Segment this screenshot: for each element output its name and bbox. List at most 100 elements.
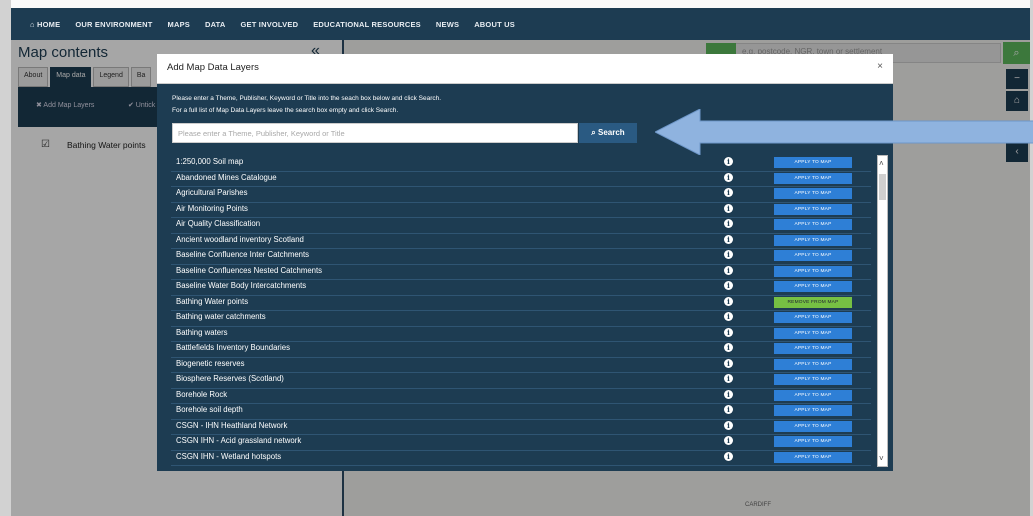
list-item: Biogenetic reserves i APPLY TO MAP — [171, 357, 871, 373]
list-item: Bathing water catchments i APPLY TO MAP — [171, 310, 871, 327]
close-icon[interactable]: × — [877, 61, 883, 72]
apply-to-map-button[interactable]: APPLY TO MAP — [774, 436, 852, 447]
nav-home[interactable]: ⌂ HOME — [30, 20, 60, 29]
info-icon[interactable]: i — [724, 389, 733, 399]
dialog-title: Add Map Data Layers — [167, 62, 259, 73]
instruction-line-2: For a full list of Map Data Layers leave… — [172, 107, 399, 114]
list-item: Abandoned Mines Catalogue i APPLY TO MAP — [171, 171, 871, 187]
layer-search-input[interactable] — [172, 123, 578, 143]
info-icon[interactable]: i — [724, 327, 733, 337]
apply-to-map-button[interactable]: APPLY TO MAP — [774, 374, 852, 385]
apply-to-map-button[interactable]: APPLY TO MAP — [774, 172, 852, 184]
window-edge-left — [0, 0, 11, 516]
apply-to-map-button[interactable]: APPLY TO MAP — [774, 451, 852, 463]
layer-name: CSGN IHN - Wetland hotspots — [176, 451, 282, 461]
layer-list: 1:250,000 Soil map i APPLY TO MAP Abandoned… — [171, 155, 879, 467]
nav-news[interactable]: NEWS — [436, 20, 459, 29]
layer-name: Air Quality Classification — [176, 219, 261, 228]
nav-educational-resources[interactable]: EDUCATIONAL RESOURCES — [313, 20, 421, 29]
layer-name: Air Monitoring Points — [176, 203, 248, 213]
info-icon[interactable]: i — [724, 358, 733, 368]
apply-to-map-button[interactable]: APPLY TO MAP — [774, 234, 852, 246]
nav-maps[interactable]: MAPS — [168, 20, 190, 29]
list-item: Bathing waters i APPLY TO MAP — [171, 326, 871, 342]
nav-about-us[interactable]: ABOUT US — [474, 20, 515, 29]
nav-our-environment[interactable]: OUR ENVIRONMENT — [75, 20, 152, 29]
info-icon[interactable]: i — [724, 250, 733, 259]
apply-to-map-button[interactable]: APPLY TO MAP — [774, 358, 852, 370]
apply-to-map-button[interactable]: APPLY TO MAP — [774, 312, 852, 323]
layer-name: Baseline Water Body Intercatchments — [176, 281, 307, 290]
layer-name: CSGN IHN - Acid grassland network — [176, 436, 302, 445]
scroll-thumb[interactable] — [879, 174, 886, 200]
apply-to-map-button[interactable]: APPLY TO MAP — [774, 343, 852, 354]
info-icon[interactable]: i — [724, 281, 733, 290]
info-icon[interactable]: i — [724, 265, 733, 275]
list-item: Baseline Confluence Inter Catchments i APP… — [171, 248, 871, 265]
info-icon[interactable]: i — [724, 172, 733, 182]
info-icon[interactable]: i — [724, 234, 733, 244]
scroll-up-icon[interactable]: ˄ — [879, 159, 884, 168]
layer-name: 1:250,000 Soil map — [176, 157, 244, 166]
scroll-down-icon[interactable]: ˅ — [879, 454, 884, 463]
apply-to-map-button[interactable]: APPLY TO MAP — [774, 203, 852, 215]
list-item: Baseline Water Body Intercatchments i APPL… — [171, 279, 871, 296]
layer-name: Biosphere Reserves (Scotland) — [176, 374, 284, 383]
top-navigation: ⌂ HOME OUR ENVIRONMENT MAPS DATA GET INV… — [11, 8, 1030, 40]
info-icon[interactable]: i — [724, 405, 733, 414]
info-icon[interactable]: i — [724, 203, 733, 213]
apply-to-map-button[interactable]: APPLY TO MAP — [774, 265, 852, 277]
info-icon[interactable]: i — [724, 296, 733, 306]
layer-name: CSGN - IHN Heathland Network — [176, 420, 288, 430]
info-icon[interactable]: i — [724, 312, 733, 321]
apply-to-map-button[interactable]: APPLY TO MAP — [774, 389, 852, 401]
layer-name: Baseline Confluence Inter Catchments — [176, 250, 310, 259]
list-item: Biosphere Reserves (Scotland) i APPLY TO M… — [171, 372, 871, 389]
info-icon[interactable]: i — [724, 451, 733, 461]
nav-get-involved[interactable]: GET INVOLVED — [241, 20, 299, 29]
remove-from-map-button[interactable]: REMOVE FROM MAP — [774, 296, 852, 308]
list-item: Bathing Water points i REMOVE FROM MAP — [171, 295, 871, 311]
list-item: Baseline Confluences Nested Catchments i A… — [171, 264, 871, 280]
list-item: CSGN IHN - Acid grassland network i APPLY … — [171, 434, 871, 451]
list-item: CSGN IHN - Wetland hotspots i APPLY TO MAP — [171, 450, 871, 466]
layer-name: Borehole soil depth — [176, 405, 243, 414]
info-icon[interactable]: i — [724, 420, 733, 430]
instruction-line-1: Please enter a Theme, Publisher, Keyword… — [172, 95, 442, 102]
layer-name: Ancient woodland inventory Scotland — [176, 234, 304, 244]
layer-name: Bathing waters — [176, 327, 228, 337]
list-item: Agricultural Parishes i APPLY TO MAP — [171, 186, 871, 203]
apply-to-map-button[interactable]: APPLY TO MAP — [774, 420, 852, 432]
list-item: Borehole Rock i APPLY TO MAP — [171, 388, 871, 404]
apply-to-map-button[interactable]: APPLY TO MAP — [774, 250, 852, 261]
apply-to-map-button[interactable]: APPLY TO MAP — [774, 327, 852, 339]
layer-name: Bathing Water points — [176, 296, 249, 306]
apply-to-map-button[interactable]: APPLY TO MAP — [774, 157, 852, 168]
info-icon[interactable]: i — [724, 374, 733, 383]
list-item: 1:250,000 Soil map i APPLY TO MAP — [171, 155, 871, 172]
info-icon[interactable]: i — [724, 157, 733, 166]
list-item: Ancient woodland inventory Scotland i APPL… — [171, 233, 871, 249]
search-button[interactable]: ⌕ Search — [579, 123, 637, 143]
layer-name: Borehole Rock — [176, 389, 228, 399]
list-item: Air Monitoring Points i APPLY TO MAP — [171, 202, 871, 218]
info-icon[interactable]: i — [724, 219, 733, 228]
layer-name: Bathing water catchments — [176, 312, 266, 321]
layer-name: Battlefields Inventory Boundaries — [176, 343, 290, 352]
list-item: Air Quality Classification i APPLY TO MAP — [171, 217, 871, 234]
apply-to-map-button[interactable]: APPLY TO MAP — [774, 405, 852, 416]
layer-list-scrollbar[interactable]: ˄ ˅ — [877, 155, 888, 467]
layer-name: Baseline Confluences Nested Catchments — [176, 265, 323, 275]
info-icon[interactable]: i — [724, 343, 733, 352]
list-item: Borehole soil depth i APPLY TO MAP — [171, 403, 871, 420]
info-icon[interactable]: i — [724, 188, 733, 197]
nav-data[interactable]: DATA — [205, 20, 226, 29]
apply-to-map-button[interactable]: APPLY TO MAP — [774, 219, 852, 230]
apply-to-map-button[interactable]: APPLY TO MAP — [774, 188, 852, 199]
apply-to-map-button[interactable]: APPLY TO MAP — [774, 281, 852, 292]
layer-name: Biogenetic reserves — [176, 358, 245, 368]
layer-name: Abandoned Mines Catalogue — [176, 172, 277, 182]
list-item: Battlefields Inventory Boundaries i APPLY … — [171, 341, 871, 358]
info-icon[interactable]: i — [724, 436, 733, 445]
dialog-header: Add Map Data Layers × — [157, 54, 893, 84]
